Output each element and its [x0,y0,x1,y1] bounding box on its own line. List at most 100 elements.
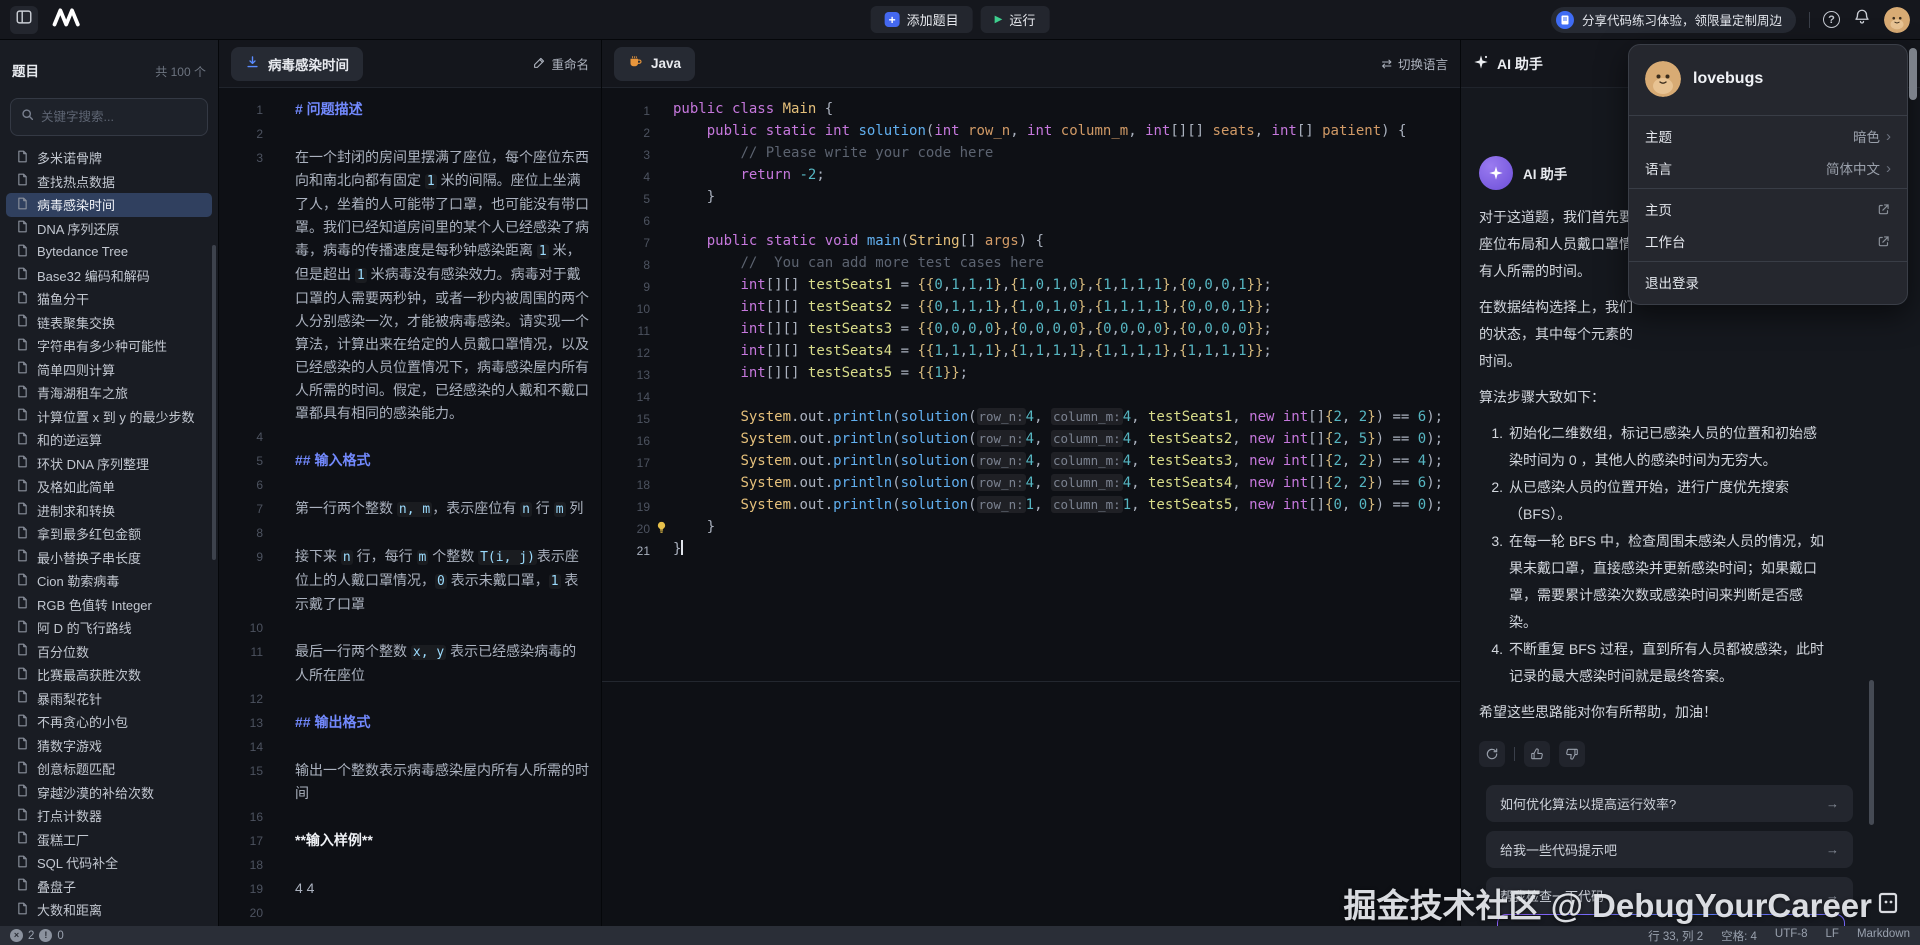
language-tab-title: Java [651,56,681,71]
sidebar-item[interactable]: 病毒感染时间 [6,193,212,217]
line-number: 6 [219,473,263,497]
document-icon [16,314,29,330]
add-problem-button[interactable]: + 添加题目 [871,6,973,33]
sidebar-item[interactable]: 进制求和转换 [6,499,212,523]
search-box[interactable] [10,98,208,136]
sidebar-item[interactable]: 比赛最高获胜次数 [6,663,212,687]
sidebar-toggle-button[interactable] [10,6,38,34]
regenerate-button[interactable] [1479,741,1505,767]
sidebar-item[interactable]: 多米诺骨牌 [6,146,212,170]
sidebar-item[interactable]: RGB 色值转 Integer [6,593,212,617]
code-editor[interactable]: 1public class Main {2 public static int … [602,88,1460,926]
sidebar-item[interactable]: SQL 代码补全 [6,851,212,875]
sidebar-item[interactable]: Cion 勒索病毒 [6,569,212,593]
search-input[interactable] [41,110,181,124]
sidebar-item[interactable]: 青海湖租车之旅 [6,381,212,405]
ai-suggestion-chip[interactable]: 给我一些代码提示吧→ [1486,831,1853,868]
menu-item-语言[interactable]: 语言简体中文› [1629,152,1907,184]
code-line-content: System.out.println(solution(row_n:1, col… [673,494,1443,516]
sidebar-item-label: 阿 D 的飞行路线 [37,618,132,637]
user-avatar[interactable] [1884,7,1910,33]
sidebar-item-label: 猜数字游戏 [37,736,102,755]
document-icon [16,761,29,777]
bell-icon[interactable] [1853,8,1871,31]
sidebar-item-label: 叠盘子 [37,877,76,896]
markdown-line-content [295,425,589,449]
code-line: 18 System.out.println(solution(row_n:4, … [602,472,1460,494]
promo-banner[interactable]: 分享代码练习体验，领限量定制周边 [1551,7,1796,33]
language-tab-java[interactable]: Java [614,47,695,81]
menu-item-工作台[interactable]: 工作台 [1629,225,1907,257]
ai-paragraph: 算法步骤大致如下： [1479,384,1824,411]
rename-button[interactable]: 重命名 [533,54,589,73]
markdown-line-content: **输入样例** [295,829,589,853]
sidebar-item[interactable]: 查找热点数据 [6,170,212,194]
sidebar-item[interactable]: 叠盘子 [6,875,212,899]
sidebar-item[interactable]: 不再贪心的小包 [6,710,212,734]
sidebar-item[interactable]: 环状 DNA 序列整理 [6,452,212,476]
ai-input-box[interactable] [1497,914,1845,926]
code-line-content: System.out.println(solution(row_n:4, col… [673,428,1443,450]
ai-suggestion-chip[interactable]: 帮我检查一下代码→ [1486,877,1853,914]
description-tab[interactable]: 病毒感染时间 [231,47,363,81]
sidebar-item[interactable]: 链表聚集交换 [6,311,212,335]
markdown-editor[interactable]: 1# 问题描述23在一个封闭的房间里摆满了座位，每个座位东西向和南北向都有固定 … [219,88,601,926]
line-number: 2 [219,122,263,146]
sidebar-item[interactable]: 阿 D 的飞行路线 [6,616,212,640]
status-segment[interactable]: UTF-8 [1775,928,1808,944]
menu-item-退出登录[interactable]: 退出登录 [1629,266,1907,298]
status-segment[interactable]: Markdown [1857,928,1910,944]
sidebar-item[interactable]: 猜数字游戏 [6,734,212,758]
sidebar-item[interactable]: 拿到最多红包金额 [6,522,212,546]
thumbs-up-button[interactable] [1524,741,1550,767]
sidebar-item[interactable]: 百分位数 [6,640,212,664]
document-icon [16,549,29,565]
sidebar-scrollbar[interactable] [212,245,216,560]
sidebar-item[interactable]: 大数和距离 [6,898,212,922]
sidebar-item[interactable]: 暴雨梨花针 [6,687,212,711]
sidebar-item[interactable]: 蛋糕工厂 [6,828,212,852]
menu-item-主题[interactable]: 主题暗色› [1629,120,1907,152]
ai-suggestion-chip[interactable]: 如何优化算法以提高运行效率?→ [1486,785,1853,822]
window-scrollbar[interactable] [1909,48,1917,100]
sidebar-item-label: 穿越沙漠的补给次数 [37,783,154,802]
status-segment[interactable]: 空格: 4 [1721,928,1757,944]
menu-item-主页[interactable]: 主页 [1629,193,1907,225]
document-icon [16,855,29,871]
sidebar-item[interactable]: 猫鱼分干 [6,287,212,311]
ai-question-input[interactable] [1498,915,1844,926]
sidebar-item-label: DNA 序列还原 [37,219,119,238]
status-segment[interactable]: 行 33, 列 2 [1648,928,1703,944]
switch-language-button[interactable]: ⇄ 切换语言 [1382,54,1449,73]
help-icon[interactable]: ? [1823,11,1840,28]
suggestion-label: 帮我检查一下代码 [1500,886,1604,905]
sidebar-item[interactable]: 最小替换子串长度 [6,546,212,570]
ai-text-line: 时间。 [1479,348,1824,375]
markdown-line-content: 接下来 n 行，每行 m 个整数 T(i, j)表示座位上的人戴口罩情况，0 表… [295,545,589,616]
sidebar-item[interactable]: Base32 编码和解码 [6,264,212,288]
run-button[interactable]: ▶ 运行 [981,6,1050,33]
sidebar-item[interactable]: 穿越沙漠的补给次数 [6,781,212,805]
quick-fix-lightbulb-icon[interactable] [650,516,673,538]
sidebar-item[interactable]: 计算位置 x 到 y 的最少步数 [6,405,212,429]
thumbs-down-button[interactable] [1559,741,1585,767]
ai-chat-scrollbar[interactable] [1869,680,1874,825]
sidebar-item[interactable]: DNA 序列还原 [6,217,212,241]
sidebar-item[interactable]: 和的逆运算 [6,428,212,452]
app-logo-icon[interactable] [52,6,82,33]
warnings-icon[interactable]: ! [39,929,52,942]
sidebar-item[interactable]: 创意标题匹配 [6,757,212,781]
markdown-line: 16 [219,805,601,829]
code-line: 3 // Please write your code here [602,142,1460,164]
errors-icon[interactable]: × [10,929,23,942]
editor-split-divider[interactable] [602,681,1460,682]
sidebar-item[interactable]: 字符串有多少种可能性 [6,334,212,358]
status-segment[interactable]: LF [1826,928,1839,944]
problem-sidebar: 题目 共 100 个 多米诺骨牌查找热点数据病毒感染时间DNA 序列还原Byte… [0,40,218,926]
line-number: 20 [219,901,263,925]
sidebar-item[interactable]: 及格如此简单 [6,475,212,499]
sidebar-item[interactable]: 打点计数器 [6,804,212,828]
sidebar-item[interactable]: 简单四则计算 [6,358,212,382]
sidebar-item[interactable]: Bytedance Tree [6,240,212,264]
markdown-line: 12 [219,687,601,711]
